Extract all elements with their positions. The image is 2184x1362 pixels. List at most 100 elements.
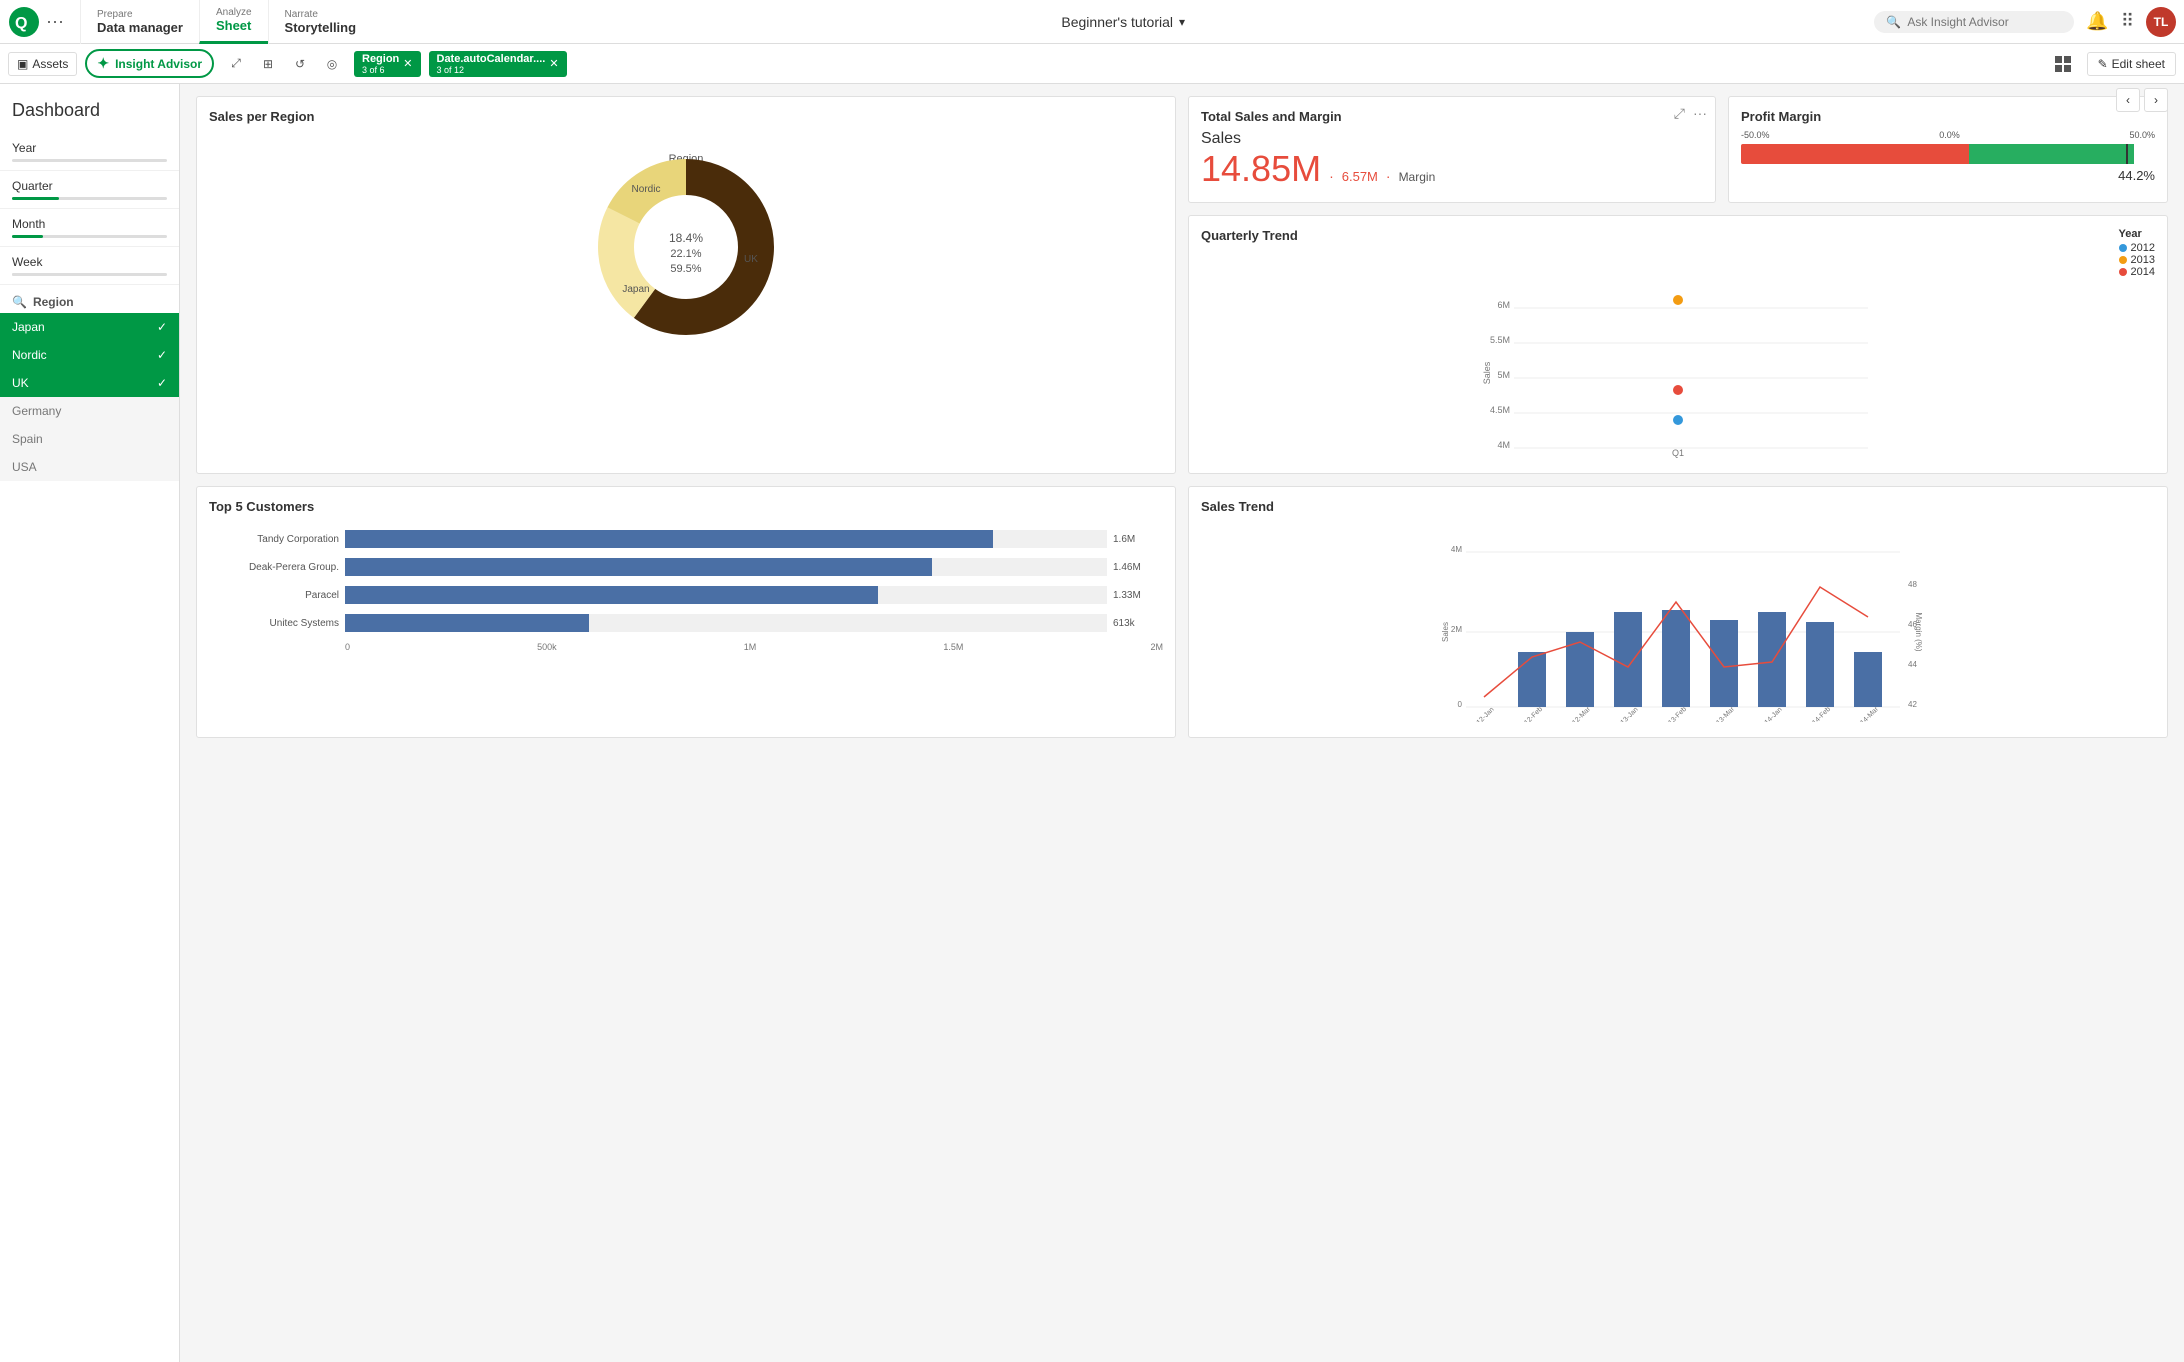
- search-region-icon[interactable]: 🔍: [12, 295, 27, 309]
- region-item-spain[interactable]: Spain: [0, 425, 179, 453]
- region-item-usa[interactable]: USA: [0, 453, 179, 481]
- filter-quarter[interactable]: Quarter: [0, 171, 179, 209]
- more-icon[interactable]: ···: [1693, 105, 1707, 121]
- svg-text:2014-Mar: 2014-Mar: [1854, 705, 1881, 722]
- filter-chip-date-sub: 3 of 12: [437, 65, 546, 75]
- svg-text:Nordic: Nordic: [632, 184, 661, 195]
- bar-outer-deak: [345, 558, 1107, 576]
- profit-label-zero: 0.0%: [1939, 130, 1960, 140]
- toolbar-icon-back[interactable]: ↺: [286, 50, 314, 78]
- profit-bar-labels: -50.0% 0.0% 50.0%: [1741, 130, 2155, 140]
- profit-bar-green: [1969, 144, 2135, 164]
- kpi-main-value: 14.85M: [1201, 148, 1321, 190]
- nav-title[interactable]: Beginner's tutorial: [1061, 14, 1173, 30]
- assets-button[interactable]: ▣ Assets: [8, 52, 77, 76]
- nav-narrate[interactable]: Narrate Storytelling: [268, 0, 373, 44]
- region-item-nordic[interactable]: Nordic ✓: [0, 341, 179, 369]
- x-label-2m: 2M: [1150, 642, 1163, 652]
- insight-advisor-button[interactable]: ✦ Insight Advisor: [85, 49, 214, 78]
- search-input[interactable]: [1907, 15, 2047, 29]
- chevron-down-icon[interactable]: ▾: [1179, 15, 1185, 29]
- second-nav: ▣ Assets ✦ Insight Advisor ⤢ ⊞ ↺ ◎ Regio…: [0, 44, 2184, 84]
- filter-year-slider[interactable]: [12, 159, 167, 162]
- insight-icon: ✦: [97, 55, 109, 72]
- svg-text:44: 44: [1908, 660, 1917, 669]
- nav-narrate-main: Storytelling: [285, 20, 357, 35]
- bar-row-unitec: Unitec Systems 613k: [209, 614, 1163, 632]
- prev-page-button[interactable]: ‹: [2116, 88, 2140, 112]
- bar-value-paracel: 1.33M: [1113, 590, 1163, 601]
- svg-text:Sales: Sales: [1482, 361, 1492, 384]
- quarterly-legend: Year 2012 2013 2014: [2119, 228, 2155, 278]
- filter-chip-region[interactable]: Region 3 of 6 ✕: [354, 51, 421, 77]
- svg-text:59.5%: 59.5%: [670, 263, 701, 275]
- grid-icon[interactable]: ⠿: [2121, 11, 2134, 32]
- kpi-sub-value: 6.57M: [1342, 169, 1378, 184]
- sales-trend-card: Sales Trend 0 2M 4M Sales 42 44 46 48 Ma…: [1188, 486, 2168, 738]
- total-sales-title: Total Sales and Margin: [1201, 109, 1703, 124]
- logo-dots[interactable]: ···: [46, 11, 64, 32]
- bar-fill-paracel: [345, 586, 878, 604]
- legend-2013-label: 2013: [2131, 254, 2155, 266]
- filter-chip-date-close[interactable]: ✕: [549, 57, 558, 70]
- bar-2012-feb: [1518, 652, 1546, 707]
- filter-year[interactable]: Year: [0, 133, 179, 171]
- nav-prepare[interactable]: Prepare Data manager: [80, 0, 199, 44]
- filter-quarter-slider[interactable]: [12, 197, 167, 200]
- svg-text:2M: 2M: [1451, 625, 1462, 634]
- svg-text:UK: UK: [744, 254, 758, 265]
- top5-customers-card: Top 5 Customers Tandy Corporation 1.6M D…: [196, 486, 1176, 738]
- avatar[interactable]: TL: [2146, 7, 2176, 37]
- region-item-germany[interactable]: Germany: [0, 397, 179, 425]
- filter-chip-date[interactable]: Date.autoCalendar.... 3 of 12 ✕: [429, 51, 567, 77]
- quarterly-chart-svg: 4M 4.5M 5M 5.5M 6M Sales: [1201, 278, 2155, 458]
- search-box[interactable]: 🔍: [1874, 11, 2074, 33]
- svg-text:2013-Mar: 2013-Mar: [1710, 705, 1737, 722]
- toolbar-icon-lasso[interactable]: ◎: [318, 50, 346, 78]
- region-japan-label: Japan: [12, 320, 45, 334]
- svg-text:18.4%: 18.4%: [669, 231, 703, 245]
- filter-chip-region-close[interactable]: ✕: [403, 57, 412, 70]
- bar-label-unitec: Unitec Systems: [209, 618, 339, 629]
- notification-icon[interactable]: 🔔: [2086, 11, 2108, 32]
- next-page-button[interactable]: ›: [2144, 88, 2168, 112]
- svg-text:2014-Jan: 2014-Jan: [1758, 706, 1784, 722]
- nav-actions: 🔍 🔔 ⠿ TL: [1874, 7, 2176, 37]
- profit-bar: [1741, 144, 2155, 164]
- sidebar-title: Dashboard: [0, 96, 179, 133]
- legend-2013-dot: [2119, 256, 2127, 264]
- toolbar-icon-select[interactable]: ⊞: [254, 50, 282, 78]
- region-usa-label: USA: [12, 460, 37, 474]
- bar-chart-container: Tandy Corporation 1.6M Deak-Perera Group…: [209, 522, 1163, 660]
- kpi-margin-label: Margin: [1399, 170, 1436, 184]
- profit-margin-card: Profit Margin -50.0% 0.0% 50.0% 44.2%: [1728, 96, 2168, 203]
- scatter-2013-point: [1673, 295, 1683, 305]
- filter-month-slider[interactable]: [12, 235, 167, 238]
- profit-margin-title: Profit Margin: [1741, 109, 2155, 124]
- region-item-uk[interactable]: UK ✓: [0, 369, 179, 397]
- toolbar-icon-expand[interactable]: ⤢: [222, 50, 250, 78]
- filter-week-slider[interactable]: [12, 273, 167, 276]
- bar-value-unitec: 613k: [1113, 618, 1163, 629]
- top-row: Sales per Region Region Nordic Japan UK …: [196, 96, 2168, 474]
- legend-2014: 2014: [2119, 266, 2155, 278]
- layout-toggle[interactable]: [2055, 56, 2071, 72]
- filter-week[interactable]: Week: [0, 247, 179, 285]
- logo[interactable]: Q ···: [8, 6, 64, 38]
- region-item-japan[interactable]: Japan ✓: [0, 313, 179, 341]
- filter-month[interactable]: Month: [0, 209, 179, 247]
- insight-advisor-label: Insight Advisor: [115, 57, 202, 71]
- svg-text:42: 42: [1908, 700, 1917, 709]
- region-uk-check: ✓: [157, 376, 167, 390]
- profit-value: 44.2%: [1741, 168, 2155, 183]
- expand-icon[interactable]: ⤢: [1674, 105, 1685, 122]
- right-top-column: Total Sales and Margin ⤢ ··· Sales 14.85…: [1188, 96, 2168, 474]
- edit-sheet-button[interactable]: ✎ Edit sheet: [2087, 52, 2176, 76]
- svg-text:5.5M: 5.5M: [1490, 335, 1510, 345]
- svg-text:Sales: Sales: [1441, 622, 1450, 642]
- nav-analyze[interactable]: Analyze Sheet: [199, 0, 268, 44]
- profit-label-neg: -50.0%: [1741, 130, 1770, 140]
- bar-label-paracel: Paracel: [209, 590, 339, 601]
- main-content: ‹ › Sales per Region Region Nordi: [180, 84, 2184, 1362]
- scatter-2014-point: [1673, 385, 1683, 395]
